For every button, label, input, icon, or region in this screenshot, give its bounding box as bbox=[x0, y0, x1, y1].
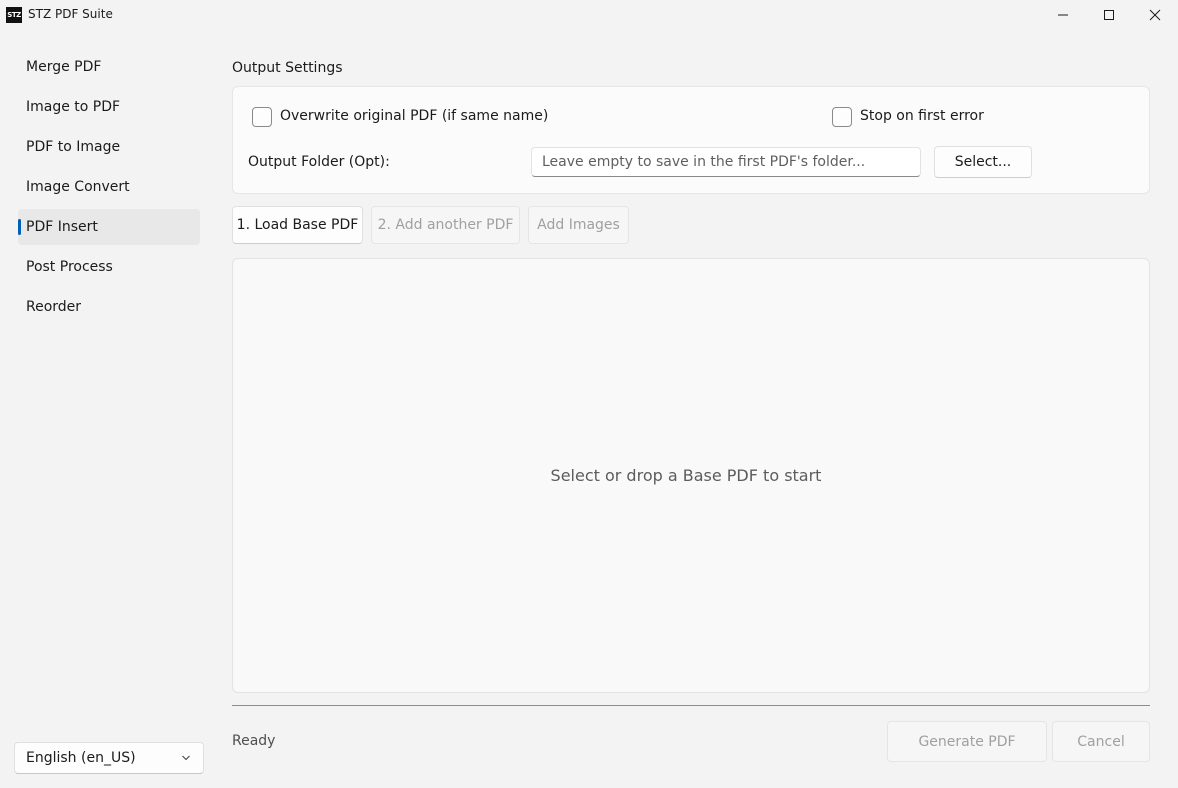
close-button[interactable] bbox=[1132, 0, 1178, 30]
sidebar-item-label: Merge PDF bbox=[26, 59, 102, 75]
stop-on-error-label: Stop on first error bbox=[860, 108, 984, 124]
sidebar-item-reorder[interactable]: Reorder bbox=[18, 289, 200, 325]
sidebar-item-pdf-insert[interactable]: PDF Insert bbox=[18, 209, 200, 245]
maximize-icon bbox=[1104, 10, 1114, 20]
minimize-icon bbox=[1058, 14, 1068, 16]
sidebar-item-label: PDF Insert bbox=[26, 219, 98, 235]
sidebar-item-image-to-pdf[interactable]: Image to PDF bbox=[18, 89, 200, 125]
close-icon bbox=[1149, 9, 1161, 21]
sidebar-item-label: Image Convert bbox=[26, 179, 130, 195]
app-logo-icon: STZ bbox=[6, 7, 22, 23]
pdf-drop-area[interactable]: Select or drop a Base PDF to start bbox=[232, 258, 1150, 693]
sidebar-item-pdf-to-image[interactable]: PDF to Image bbox=[18, 129, 200, 165]
title-bar: STZ STZ PDF Suite bbox=[0, 0, 1178, 30]
minimize-button[interactable] bbox=[1040, 0, 1086, 30]
output-folder-input[interactable] bbox=[531, 147, 921, 177]
stop-on-error-checkbox[interactable] bbox=[832, 107, 852, 127]
select-folder-button[interactable]: Select... bbox=[934, 146, 1032, 178]
sidebar-item-label: Image to PDF bbox=[26, 99, 121, 115]
sidebar-item-label: Post Process bbox=[26, 259, 113, 275]
chevron-down-icon bbox=[182, 755, 190, 761]
cancel-button[interactable]: Cancel bbox=[1052, 721, 1150, 762]
sidebar-item-merge-pdf[interactable]: Merge PDF bbox=[18, 49, 200, 85]
footer-divider bbox=[232, 705, 1150, 706]
language-select[interactable]: English (en_US) bbox=[14, 742, 204, 774]
overwrite-checkbox[interactable] bbox=[252, 107, 272, 127]
output-folder-label: Output Folder (Opt): bbox=[248, 154, 390, 170]
load-base-pdf-button[interactable]: 1. Load Base PDF bbox=[232, 206, 363, 244]
window-title: STZ PDF Suite bbox=[28, 7, 113, 21]
sidebar-item-post-process[interactable]: Post Process bbox=[18, 249, 200, 285]
sidebar-item-image-convert[interactable]: Image Convert bbox=[18, 169, 200, 205]
generate-pdf-button[interactable]: Generate PDF bbox=[887, 721, 1047, 762]
language-selected-value: English (en_US) bbox=[26, 750, 136, 766]
sidebar-item-label: Reorder bbox=[26, 299, 82, 315]
output-settings-title: Output Settings bbox=[232, 60, 343, 76]
sidebar-item-label: PDF to Image bbox=[26, 139, 121, 155]
overwrite-label: Overwrite original PDF (if same name) bbox=[280, 108, 549, 124]
drop-area-hint: Select or drop a Base PDF to start bbox=[550, 466, 822, 485]
maximize-button[interactable] bbox=[1086, 0, 1132, 30]
add-images-button[interactable]: Add Images bbox=[528, 206, 629, 244]
status-text: Ready bbox=[232, 733, 276, 749]
add-another-pdf-button[interactable]: 2. Add another PDF bbox=[371, 206, 520, 244]
